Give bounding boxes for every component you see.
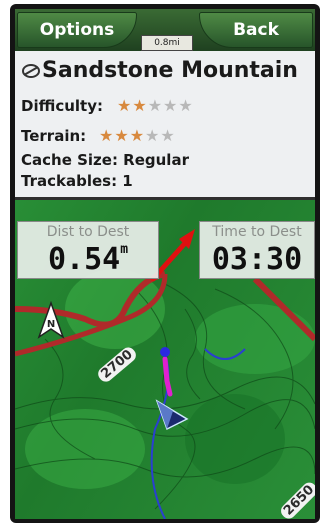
top-bar: Options Back 0.8mi — [15, 9, 315, 51]
map-scale: 0.8mi — [141, 35, 193, 51]
star-filled-icon: ★ — [114, 126, 130, 145]
time-to-dest-value: 03:30 — [211, 242, 303, 277]
difficulty-rating: ★★★★★ — [117, 96, 194, 115]
options-button[interactable]: Options — [17, 12, 137, 48]
star-filled-icon: ★ — [132, 96, 148, 115]
star-empty-icon: ★ — [163, 96, 179, 115]
dist-to-dest-label: Dist to Dest — [46, 224, 130, 240]
time-to-dest-field[interactable]: Time to Dest 03:30 — [199, 221, 315, 279]
dist-to-dest-field[interactable]: Dist to Dest 0.54m — [17, 221, 159, 279]
dist-unit: m — [120, 242, 129, 257]
map-scale-label: 0.8mi — [154, 38, 180, 48]
trackables-count: Trackables: 1 — [21, 172, 133, 190]
terrain-rating: ★★★★★ — [99, 126, 176, 145]
star-filled-icon: ★ — [99, 126, 115, 145]
cache-size: Cache Size: Regular — [21, 151, 189, 169]
star-filled-icon: ★ — [117, 96, 133, 115]
dist-value-number: 0.54 — [47, 242, 121, 277]
divider — [15, 197, 315, 200]
star-filled-icon: ★ — [129, 126, 146, 145]
north-arrow-icon: N — [37, 301, 65, 339]
time-to-dest-label: Time to Dest — [212, 224, 302, 240]
star-empty-icon: ★ — [147, 96, 164, 115]
dist-to-dest-value: 0.54m — [18, 242, 158, 277]
geocache-icon — [22, 64, 40, 78]
back-button[interactable]: Back — [199, 12, 313, 48]
svg-text:N: N — [47, 319, 55, 330]
star-empty-icon: ★ — [145, 126, 161, 145]
destination-marker[interactable] — [160, 347, 170, 357]
cache-name: Sandstone Mountain — [42, 58, 298, 83]
star-empty-icon: ★ — [160, 126, 176, 145]
difficulty-label: Difficulty: — [21, 97, 103, 115]
gps-device-frame: Sandstone Mountain Difficulty: ★★★★★ Ter… — [10, 4, 320, 523]
screen: Sandstone Mountain Difficulty: ★★★★★ Ter… — [15, 9, 315, 519]
terrain-label: Terrain: — [21, 127, 87, 145]
star-empty-icon: ★ — [178, 96, 194, 115]
